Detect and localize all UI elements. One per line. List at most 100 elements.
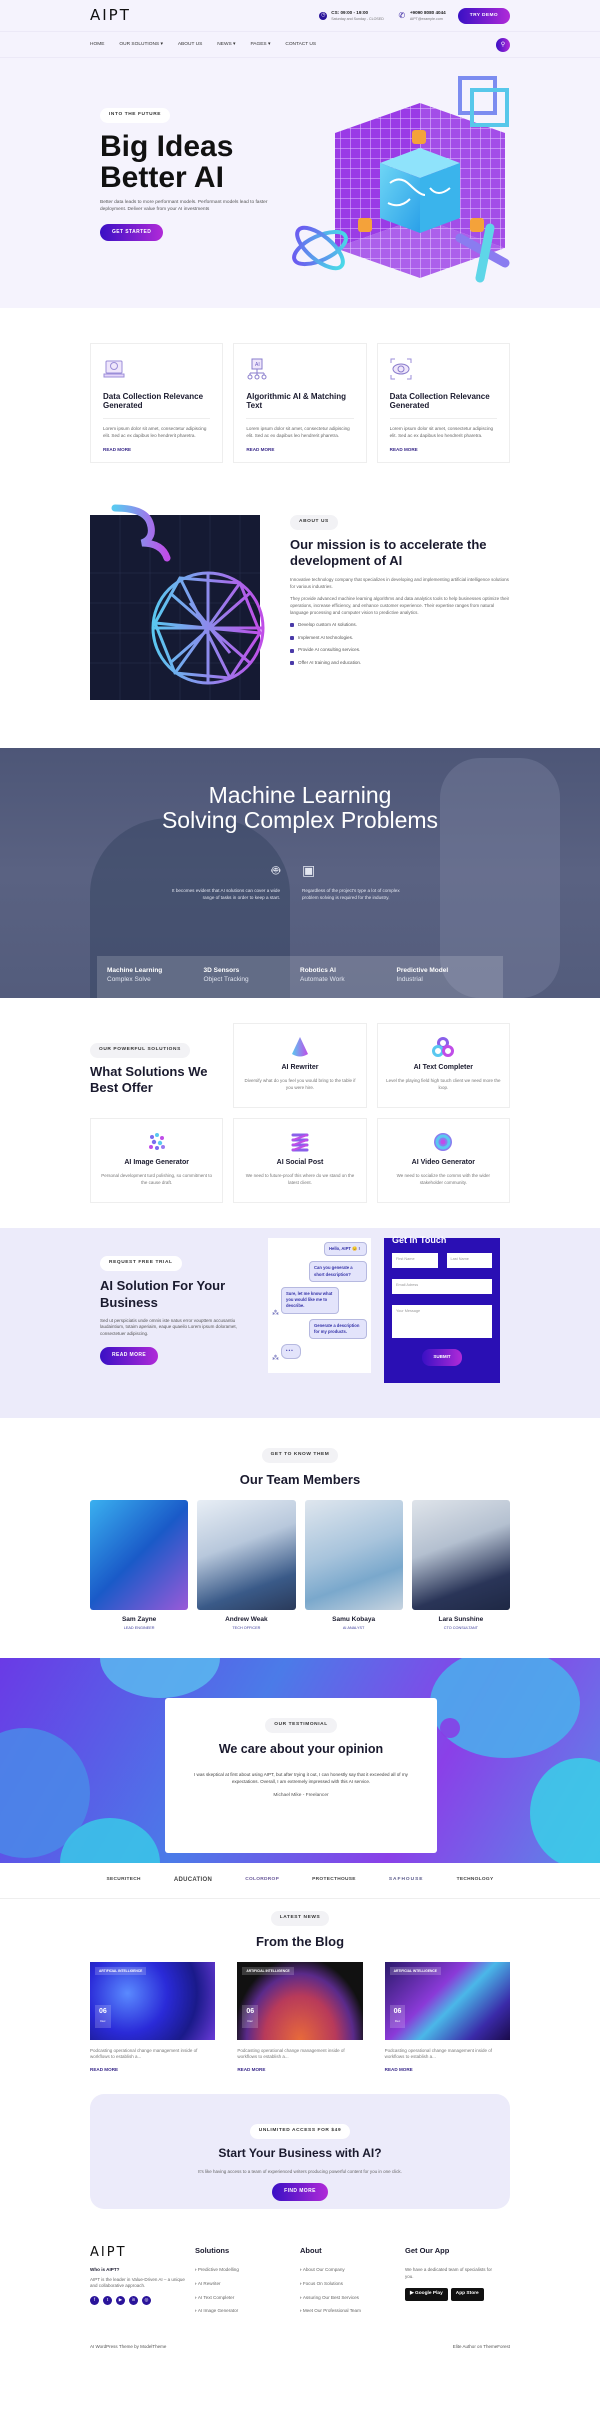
member-photo	[411, 1499, 510, 1610]
blog-title: From the Blog	[255, 1933, 345, 1949]
google-play-button[interactable]: ▶ Google Play	[405, 2288, 448, 2302]
solution-text: We need to socialize the comms with the …	[396, 1173, 491, 1185]
testimonial-badge: OUR TESTIMONIAL	[265, 1717, 337, 1733]
nav-about-us[interactable]: ABOUT US	[178, 42, 202, 49]
footer-link[interactable]: AI Image Generator	[195, 2308, 300, 2315]
partner-logo: PROTECTHOUSE	[312, 1876, 356, 1882]
footer-link[interactable]: Assuring Our Best Services	[300, 2295, 405, 2302]
instagram-icon[interactable]: ◎	[142, 2295, 151, 2305]
twitter-icon[interactable]: t	[103, 2295, 112, 2305]
solution-title: AI Rewriter	[281, 1064, 319, 1071]
team-member[interactable]: Lara Sunshine CTO CONSULTANT	[411, 1499, 510, 1633]
chat-bubble-bot: Sure, let me know what you would like me…	[281, 1286, 339, 1314]
team-badge: GET TO KNOW THEM	[261, 1448, 339, 1463]
facebook-icon[interactable]: f	[90, 2295, 99, 2305]
hero-title: Big Ideas Better AI	[100, 131, 300, 194]
solution-card[interactable]: AI Image Generator Personal development …	[90, 1118, 224, 1203]
member-role: CTO CONSULTANT	[443, 1626, 478, 1631]
nav-news[interactable]: NEWS ▾	[217, 42, 235, 49]
post-read-more[interactable]: READ MORE	[385, 2067, 413, 2072]
read-more-link[interactable]: READ MORE	[390, 447, 418, 452]
read-more-link[interactable]: READ MORE	[103, 447, 131, 452]
footer-solutions-title: Solutions	[195, 2246, 230, 2256]
post-category[interactable]: ARTIFICIAL INTELLIGENCE	[95, 1966, 147, 1976]
ml-col2-text: Regardless of the project's type a lot o…	[302, 888, 400, 900]
bot-avatar-icon: ⁂	[272, 1354, 279, 1362]
nav-contact-us[interactable]: CONTACT US	[285, 42, 316, 49]
app-store-button[interactable]: App Store	[450, 2288, 484, 2302]
footer-link[interactable]: About Our Company	[300, 2267, 405, 2274]
chat-bubble-user: Can you generate a short description?	[309, 1261, 367, 1282]
linkedin-icon[interactable]: in	[129, 2295, 138, 2305]
post-date: 06 Dec	[242, 2004, 259, 2028]
footer-desc: AIPT is the leader in Value-Driven AI – …	[90, 2276, 185, 2289]
find-more-button[interactable]: FIND MORE	[272, 2183, 328, 2201]
solution-title: AI Video Generator	[411, 1159, 475, 1166]
trial-read-more-button[interactable]: READ MORE	[100, 1347, 159, 1365]
footer-link[interactable]: AI Rewriter	[195, 2281, 300, 2288]
post-category[interactable]: ARTIFICIAL INTELLIGENCE	[389, 1966, 442, 1976]
footer: AIPT Who is AIPT? AIPT is the leader in …	[0, 2229, 600, 2360]
mission-list-item: Implement AI technologies.	[290, 635, 510, 642]
partner-logo: COLORDROP	[245, 1876, 280, 1882]
swirl-icon	[434, 1133, 453, 1151]
solution-card[interactable]: AI Video Generator We need to socialize …	[376, 1118, 510, 1203]
submit-button[interactable]: SUBMIT	[422, 1349, 462, 1366]
first-name-input[interactable]: First Name	[392, 1253, 438, 1269]
team-member[interactable]: Andrew Weak TECH OFFICER	[197, 1499, 296, 1633]
post-excerpt: Podcasting operational change management…	[237, 2047, 345, 2060]
nav-home[interactable]: HOME	[90, 42, 104, 49]
post-excerpt: Podcasting operational change management…	[90, 2047, 198, 2060]
youtube-icon[interactable]: ▶	[116, 2295, 125, 2305]
wireframe-sphere-illustration	[90, 504, 265, 700]
message-textarea[interactable]: Your Message	[392, 1305, 492, 1339]
footer-link[interactable]: Predictive Modelling	[195, 2267, 300, 2274]
blog-post[interactable]: ARTIFICIAL INTELLIGENCE 06 Dec Podcasting…	[90, 1961, 216, 2075]
phone-title[interactable]: +9090 8080 4044	[410, 10, 446, 17]
try-demo-button[interactable]: TRY DEMO	[457, 7, 510, 25]
team-member[interactable]: Samu Kobaya AI ANALYST	[304, 1499, 403, 1633]
get-started-button[interactable]: GET STARTED	[100, 223, 164, 242]
search-button[interactable]: ⚲	[496, 38, 510, 52]
feature-card: Data Collection Relevance Generated Lore…	[90, 343, 224, 463]
solution-text: Level the playing field high touch clien…	[386, 1078, 501, 1090]
brain-laptop-icon	[103, 360, 125, 378]
eye-scan-icon	[390, 358, 412, 380]
testimonial-card: OUR TESTIMONIAL We care about your opini…	[165, 1697, 437, 1853]
post-category[interactable]: ARTIFICIAL INTELLIGENCE	[242, 1966, 294, 1976]
solution-card[interactable]: AI Rewriter Diversify what do you feel y…	[233, 1023, 367, 1108]
solutions-title: What Solutions We Best Offer	[90, 1063, 208, 1096]
mission-image	[90, 503, 265, 703]
footer-logo[interactable]: AIPT	[90, 2244, 195, 2263]
solution-card[interactable]: AI Social Post We need to future-proof t…	[233, 1118, 367, 1203]
email-input[interactable]: Email Adress	[392, 1279, 492, 1295]
solutions-section: OUR POWERFUL SOLUTIONS What Solutions We…	[0, 998, 600, 1228]
logo[interactable]: AIPT	[90, 5, 131, 27]
trial-title: AI Solution For Your Business	[100, 1277, 226, 1310]
free-trial-section: REQUEST FREE TRIAL AI Solution For Your …	[0, 1228, 600, 1418]
post-read-more[interactable]: READ MORE	[237, 2067, 265, 2072]
solution-text: Personal development turd polishing, so …	[101, 1173, 213, 1185]
footer-link[interactable]: Meet Our Professional Team	[300, 2308, 405, 2315]
email-link[interactable]: AIPT@example.com	[410, 17, 446, 22]
blog-post[interactable]: ARTIFICIAL INTELLIGENCE 06 Dec Podcasting…	[237, 1961, 363, 2075]
footer-app-title: Get Our App	[405, 2246, 450, 2256]
mission-list-item: Offer AI training and education.	[290, 660, 510, 667]
copyright-right[interactable]: Elite Author on ThemeForest	[453, 2344, 510, 2351]
footer-link[interactable]: AI Text Completer	[195, 2295, 300, 2302]
solution-card[interactable]: AI Text Completer Level the playing fiel…	[376, 1023, 510, 1108]
ml-stat: Machine Learning Complex Solve	[107, 967, 163, 984]
last-name-input[interactable]: Last Name	[446, 1253, 492, 1269]
blog-post[interactable]: ARTIFICIAL INTELLIGENCE 06 Dec Podcasting…	[384, 1961, 510, 2075]
nav-pages[interactable]: PAGES ▾	[250, 42, 270, 49]
feature-title: Algorithmic AI & Matching Text	[246, 391, 347, 411]
read-more-link[interactable]: READ MORE	[246, 447, 274, 452]
chat-demo: Hello, AIPT 😊 ! Can you generate a short…	[268, 1238, 371, 1373]
nav-our-solutions[interactable]: OUR SOLUTIONS ▾	[119, 42, 162, 49]
post-read-more[interactable]: READ MORE	[90, 2067, 118, 2072]
feature-title: Data Collection Relevance Generated	[389, 391, 490, 411]
team-member[interactable]: Sam Zayne LEAD ENGINEER	[90, 1499, 189, 1633]
copyright-left[interactable]: AI WordPress Theme by ModelTheme	[90, 2344, 166, 2351]
chat-bubble-user: Hello, AIPT 😊 !	[324, 1242, 367, 1257]
footer-link[interactable]: Focus On Solutions	[300, 2281, 405, 2288]
